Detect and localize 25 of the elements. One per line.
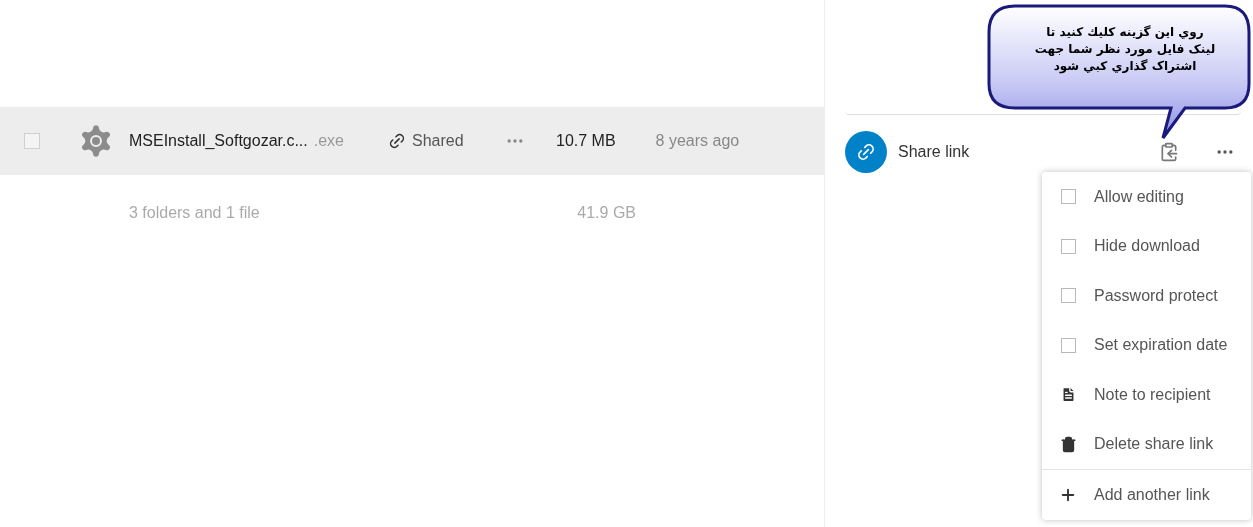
- summary-text: 3 folders and 1 file: [129, 203, 261, 223]
- menu-item[interactable]: Add another link: [1042, 470, 1251, 520]
- shared-button[interactable]: Shared: [388, 129, 464, 153]
- checkbox[interactable]: [1060, 189, 1076, 205]
- checkbox[interactable]: [1060, 337, 1076, 353]
- modified-date: 8 years ago: [655, 131, 740, 151]
- file-name[interactable]: MSEInstall_Softgozar.c...: [129, 129, 308, 153]
- menu-item[interactable]: Hide download: [1042, 221, 1251, 271]
- menu-item[interactable]: Allow editing: [1042, 172, 1251, 222]
- callout-text: روي اين گزينه كليك كنيد تا لينک فايل مورد نظر شما جهت اشتراک گذاري کبي شود: [1033, 24, 1217, 75]
- menu-item[interactable]: Set expiration date: [1042, 320, 1251, 370]
- link-avatar: [845, 131, 887, 173]
- share-link-label: Share link: [898, 142, 970, 162]
- file-size: 10.7 MB: [555, 131, 616, 151]
- file-row[interactable]: MSEInstall_Softgozar.c... .exe Shared 10.7 MB 8 years ago: [0, 107, 824, 175]
- file-extension: .exe: [313, 131, 344, 151]
- clipboard-icon[interactable]: [1159, 142, 1179, 162]
- menu-item[interactable]: Password protect: [1042, 271, 1251, 321]
- menu-item[interactable]: Delete share link: [1042, 419, 1251, 469]
- summary-size: 41.9 GB: [576, 203, 636, 223]
- checkbox[interactable]: [24, 133, 40, 149]
- menu-item[interactable]: Note to recipient: [1042, 370, 1251, 420]
- trash-icon: [1059, 435, 1077, 453]
- checkbox[interactable]: [1060, 288, 1076, 304]
- checkbox[interactable]: [1060, 238, 1076, 254]
